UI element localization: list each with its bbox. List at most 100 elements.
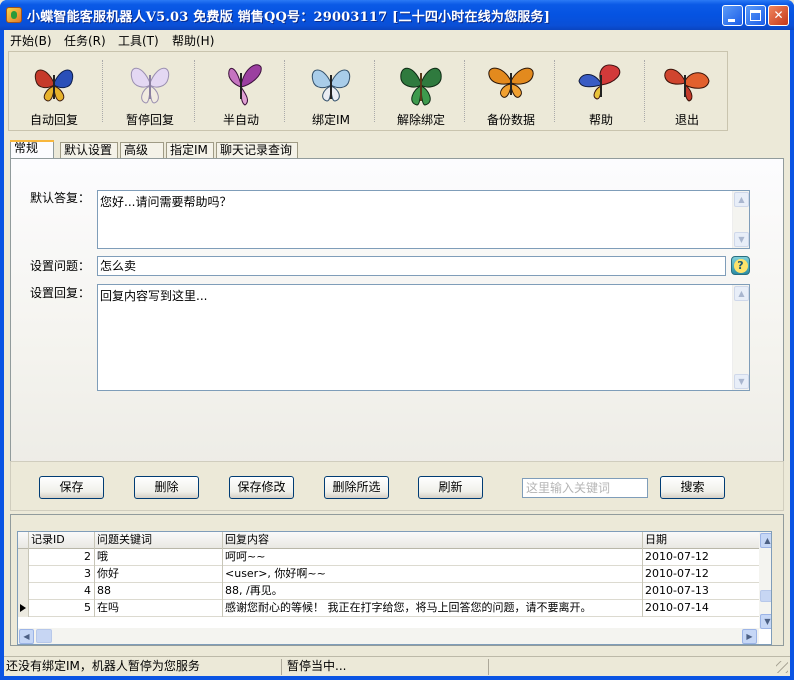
status-bar: 还没有绑定IM，机器人暂停为您服务 暂停当中...	[4, 656, 790, 676]
question-input[interactable]: 怎么卖	[97, 256, 726, 276]
scroll-down-icon[interactable]: ▼	[734, 374, 749, 389]
tab-general[interactable]: 常规	[10, 140, 54, 159]
exit-button[interactable]: 退出	[647, 53, 727, 129]
bind-im-button[interactable]: 绑定IM	[287, 53, 375, 129]
pause-reply-button[interactable]: 暂停回复	[105, 53, 195, 129]
default-reply-textarea[interactable]: 您好...请问需要帮助吗？ ▲ ▼	[97, 190, 750, 249]
records-table: 记录ID 问题关键词 回复内容 日期 2 哦 呵呵~~ 2010-07-12 3…	[17, 531, 772, 645]
delete-button[interactable]: 删除	[134, 476, 199, 499]
search-input[interactable]: 这里输入关键词	[522, 478, 648, 498]
close-button[interactable]: ✕	[768, 5, 789, 26]
butterfly-purple-icon	[228, 64, 262, 106]
app-icon	[6, 7, 22, 23]
reply-scrollbar[interactable]: ▲ ▼	[732, 285, 749, 390]
unbind-label: 解除绑定	[396, 113, 445, 127]
status-binding: 还没有绑定IM，机器人暂停为您服务	[6, 659, 200, 673]
tab-specify-im[interactable]: 指定IM	[166, 142, 214, 159]
table-row[interactable]: 2 哦 呵呵~~ 2010-07-12	[18, 549, 771, 566]
search-button[interactable]: 搜索	[660, 476, 725, 499]
refresh-button[interactable]: 刷新	[418, 476, 483, 499]
tab-default-settings[interactable]: 默认设置	[60, 142, 118, 159]
column-header-date[interactable]: 日期	[643, 532, 759, 549]
cell-date: 2010-07-12	[645, 550, 709, 563]
question-help-button[interactable]: ?	[731, 256, 750, 275]
butterfly-red-blue-icon	[34, 69, 74, 102]
butterfly-blue-icon	[311, 69, 351, 102]
toolbar: 自动回复 暂停回复 半自动 绑定IM 解除绑定 备份数据 帮助 退出	[8, 51, 728, 131]
toolbar-separator	[102, 60, 103, 122]
menu-start[interactable]: 开始(B)	[8, 32, 54, 49]
row-header-corner	[18, 532, 29, 549]
table-row[interactable]: 4 88 88, /再见。 2010-07-13	[18, 583, 771, 600]
scroll-up-icon[interactable]: ▲	[734, 192, 749, 207]
tab-advanced[interactable]: 高级	[120, 142, 164, 159]
toolbar-separator	[464, 60, 465, 122]
action-bar: 保存 删除 保存修改 删除所选 刷新 这里输入关键词 搜索	[10, 461, 784, 511]
row-header[interactable]	[18, 600, 29, 617]
scroll-thumb[interactable]	[760, 590, 771, 602]
toolbar-separator	[284, 60, 285, 122]
butterfly-pale-icon	[130, 67, 170, 104]
unbind-button[interactable]: 解除绑定	[377, 53, 465, 129]
column-header-reply[interactable]: 回复内容	[223, 532, 643, 549]
save-button[interactable]: 保存	[39, 476, 104, 499]
general-panel: 默认答复： 您好...请问需要帮助吗？ ▲ ▼ 设置问题： 怎么卖 ? 设置回复…	[10, 158, 784, 486]
auto-reply-button[interactable]: 自动回复	[10, 53, 98, 129]
toolbar-separator	[194, 60, 195, 122]
minimize-button[interactable]	[722, 5, 743, 26]
table-row-current[interactable]: 5 在吗 感谢您耐心的等候！ 我正在打字给您，将马上回答您的问题，请不要离开。 …	[18, 600, 771, 617]
client-area: 开始(B) 任务(R) 工具(T) 帮助(H) 自动回复 暂停回复 半自动 绑定…	[4, 30, 790, 676]
scroll-thumb[interactable]	[36, 629, 52, 643]
help-label: 帮助	[588, 113, 613, 127]
status-state: 暂停当中...	[287, 659, 347, 673]
cell-keyword: 哦	[95, 549, 223, 566]
delete-selected-button[interactable]: 删除所选	[324, 476, 389, 499]
cell-id: 3	[29, 566, 95, 583]
column-header-id[interactable]: 记录ID	[29, 532, 95, 549]
window-title: 小蝶智能客服机器人V5.03 免费版 销售QQ号：29003117 [二十四小时…	[27, 10, 551, 25]
backup-data-button[interactable]: 备份数据	[467, 53, 555, 129]
help-button[interactable]: 帮助	[557, 53, 645, 129]
scroll-up-icon[interactable]: ▲	[760, 533, 771, 548]
scroll-left-icon[interactable]: ◀	[19, 629, 34, 644]
tab-chat-history[interactable]: 聊天记录查询	[216, 142, 298, 159]
save-edit-button[interactable]: 保存修改	[229, 476, 294, 499]
reply-textarea[interactable]: 回复内容写到这里... ▲ ▼	[97, 284, 750, 391]
butterfly-red-orange-icon	[664, 68, 710, 102]
cell-keyword: 你好	[95, 566, 223, 583]
table-row[interactable]: 3 你好 <user>, 你好啊~~ 2010-07-12	[18, 566, 771, 583]
resize-grip-icon[interactable]	[776, 661, 788, 673]
menu-task[interactable]: 任务(R)	[62, 32, 108, 49]
status-separator	[281, 659, 282, 675]
scroll-up-icon[interactable]: ▲	[734, 286, 749, 301]
row-header[interactable]	[18, 549, 29, 566]
cell-date: 2010-07-13	[645, 584, 709, 597]
row-header[interactable]	[18, 566, 29, 583]
menu-bar: 开始(B) 任务(R) 工具(T) 帮助(H)	[4, 30, 790, 50]
menu-tools[interactable]: 工具(T)	[116, 32, 161, 49]
toolbar-separator	[374, 60, 375, 122]
default-reply-label: 默认答复：	[30, 191, 91, 205]
row-header[interactable]	[18, 583, 29, 600]
menu-help[interactable]: 帮助(H)	[170, 32, 216, 49]
cell-reply: 88, /再见。	[223, 583, 643, 600]
cell-reply: 感谢您耐心的等候！ 我正在打字给您，将马上回答您的问题，请不要离开。	[223, 600, 643, 617]
minimize-icon	[728, 19, 735, 22]
butterfly-red-icon	[578, 64, 621, 100]
pause-reply-label: 暂停回复	[125, 113, 174, 127]
bind-im-label: 绑定IM	[312, 113, 350, 127]
question-help-icon: ?	[733, 259, 748, 273]
semi-auto-button[interactable]: 半自动	[197, 53, 285, 129]
cell-id: 4	[29, 583, 95, 600]
title-bar[interactable]: 小蝶智能客服机器人V5.03 免费版 销售QQ号：29003117 [二十四小时…	[0, 0, 794, 30]
table-horizontal-scrollbar[interactable]: ◀ ▶	[18, 628, 759, 644]
scroll-down-icon[interactable]: ▼	[734, 232, 749, 247]
maximize-button[interactable]	[745, 5, 766, 26]
scroll-right-icon[interactable]: ▶	[742, 629, 757, 644]
table-vertical-scrollbar[interactable]: ▲ ▼	[759, 532, 771, 629]
default-reply-scrollbar[interactable]: ▲ ▼	[732, 191, 749, 248]
scroll-down-icon[interactable]: ▼	[760, 614, 771, 629]
column-header-keyword[interactable]: 问题关键词	[95, 532, 223, 549]
current-row-icon	[20, 604, 26, 612]
status-separator	[488, 659, 489, 675]
